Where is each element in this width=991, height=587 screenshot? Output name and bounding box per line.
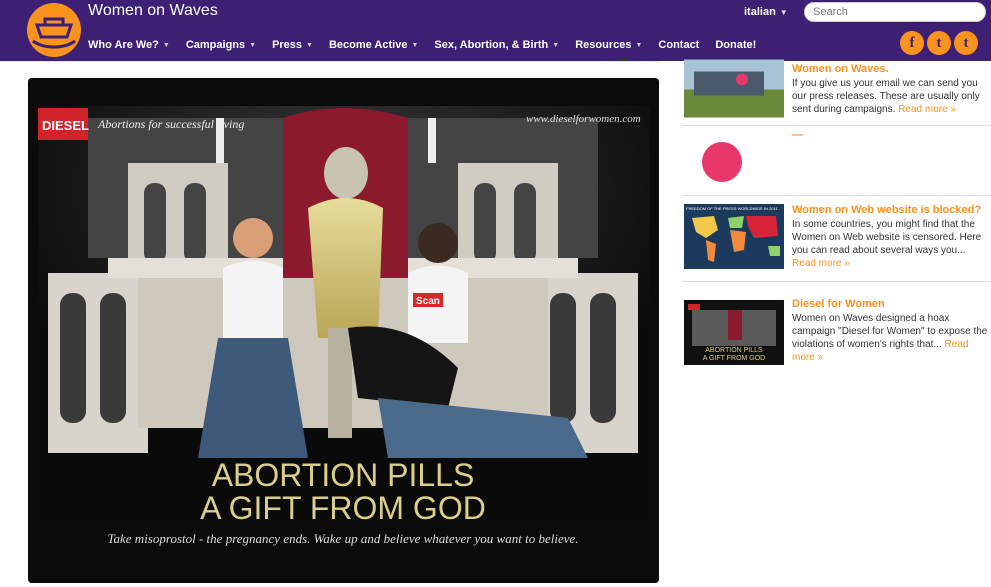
logo[interactable] <box>27 3 81 57</box>
list-item-body: — <box>792 129 991 143</box>
list-item-title[interactable]: Women on Waves. <box>792 63 991 76</box>
thumb-headline-1: ABORTION PILLS <box>705 347 763 354</box>
main-nav: Who Are We? ▼ Campaigns ▼ Press ▼ Become Ac… <box>88 37 772 53</box>
nav-contact[interactable]: Contact <box>658 37 699 53</box>
list-item-title[interactable]: — <box>792 129 991 142</box>
hero-url: www.dieselforwomen.com <box>526 113 641 125</box>
list-separator <box>682 195 991 196</box>
nav-label: Contact <box>658 39 700 51</box>
thumb-headline-2: A GIFT FROM GOD <box>703 355 765 362</box>
language-selector[interactable]: italian ▼ <box>744 6 788 18</box>
nav-who-are-we[interactable]: Who Are We? ▼ <box>88 37 170 53</box>
hero-headline-2: A GIFT FROM GOD <box>200 490 486 526</box>
nav-become-active[interactable]: Become Active ▼ <box>329 37 418 53</box>
chevron-down-icon: ▼ <box>779 8 788 17</box>
list-item-title[interactable]: Women on Web website is blocked? <box>792 204 991 217</box>
site-header: Women on Waves italian▼ Who Are We?▼ Cam… <box>0 0 991 61</box>
nav-label: Become Active <box>328 39 408 51</box>
boat-logo-icon <box>32 17 76 49</box>
hero-tagline: Abortions for successful living <box>97 117 244 131</box>
press-freedom-map-thumbnail: FREEDOM OF THE PRESS WORLDWIDE IN 2011 <box>684 204 784 269</box>
chevron-down-icon: ▼ <box>552 41 560 49</box>
dash-marker <box>620 58 628 61</box>
nav-press[interactable]: Press ▼ <box>272 37 313 53</box>
chevron-down-icon: ▼ <box>249 41 257 49</box>
nav-label: Sex, Abortion, & Birth <box>434 39 549 51</box>
read-more-link[interactable]: Read more » <box>792 258 850 269</box>
map-caption: FREEDOM OF THE PRESS WORLDWIDE IN 2011 <box>686 206 778 211</box>
language-label: italian <box>744 6 776 18</box>
pink-dot-icon <box>702 142 742 182</box>
press-boat-thumbnail <box>684 59 784 118</box>
list-item-body: Women on Web website is blocked? In some… <box>792 204 991 270</box>
nav-donate[interactable]: Donate! <box>715 37 756 53</box>
hero-caption: Take misoprostol - the pregnancy ends. W… <box>107 531 578 546</box>
nav-label: Who Are We? <box>88 39 159 51</box>
nav-label: Resources <box>575 39 632 51</box>
nav-label: Press <box>272 39 303 51</box>
diesel-campaign-illustration: Scan DIESEL Abortions for successful liv… <box>28 78 659 583</box>
list-item-body: Women on Waves. If you give us your emai… <box>792 63 991 116</box>
tumblr-icon[interactable]: t <box>954 31 978 55</box>
site-title[interactable]: Women on Waves <box>88 2 218 20</box>
facebook-icon[interactable]: f <box>900 31 924 55</box>
hero-headline-1: ABORTION PILLS <box>212 457 475 493</box>
twitter-icon[interactable]: t <box>927 31 951 55</box>
chevron-down-icon: ▼ <box>306 41 313 49</box>
diesel-campaign-thumbnail: ABORTION PILLS A GIFT FROM GOD <box>684 300 784 365</box>
chevron-down-icon: ▼ <box>635 41 643 49</box>
content-divider <box>0 61 660 62</box>
chevron-down-icon: ▼ <box>411 41 419 49</box>
list-separator <box>682 281 991 282</box>
nav-label: Donate! <box>715 39 757 51</box>
nav-sex-abortion-birth[interactable]: Sex, Abortion, & Birth ▼ <box>434 37 559 53</box>
list-separator <box>682 125 991 126</box>
chevron-down-icon: ▼ <box>162 41 170 49</box>
scan-label: Scan <box>416 296 440 307</box>
hero-image[interactable]: Scan DIESEL Abortions for successful liv… <box>28 78 659 583</box>
read-more-link[interactable]: Read more » <box>898 104 956 115</box>
nav-label: Campaigns <box>185 39 246 51</box>
list-item-title[interactable]: Diesel for Women <box>792 298 991 311</box>
search-input[interactable] <box>804 2 986 22</box>
nav-campaigns[interactable]: Campaigns ▼ <box>186 37 256 53</box>
list-item-text: In some countries, you might find that t… <box>792 219 982 256</box>
list-item-body: Diesel for Women Women on Waves designed… <box>792 298 991 364</box>
brand-logo-text: DIESEL <box>42 118 89 133</box>
nav-resources[interactable]: Resources ▼ <box>575 37 642 53</box>
